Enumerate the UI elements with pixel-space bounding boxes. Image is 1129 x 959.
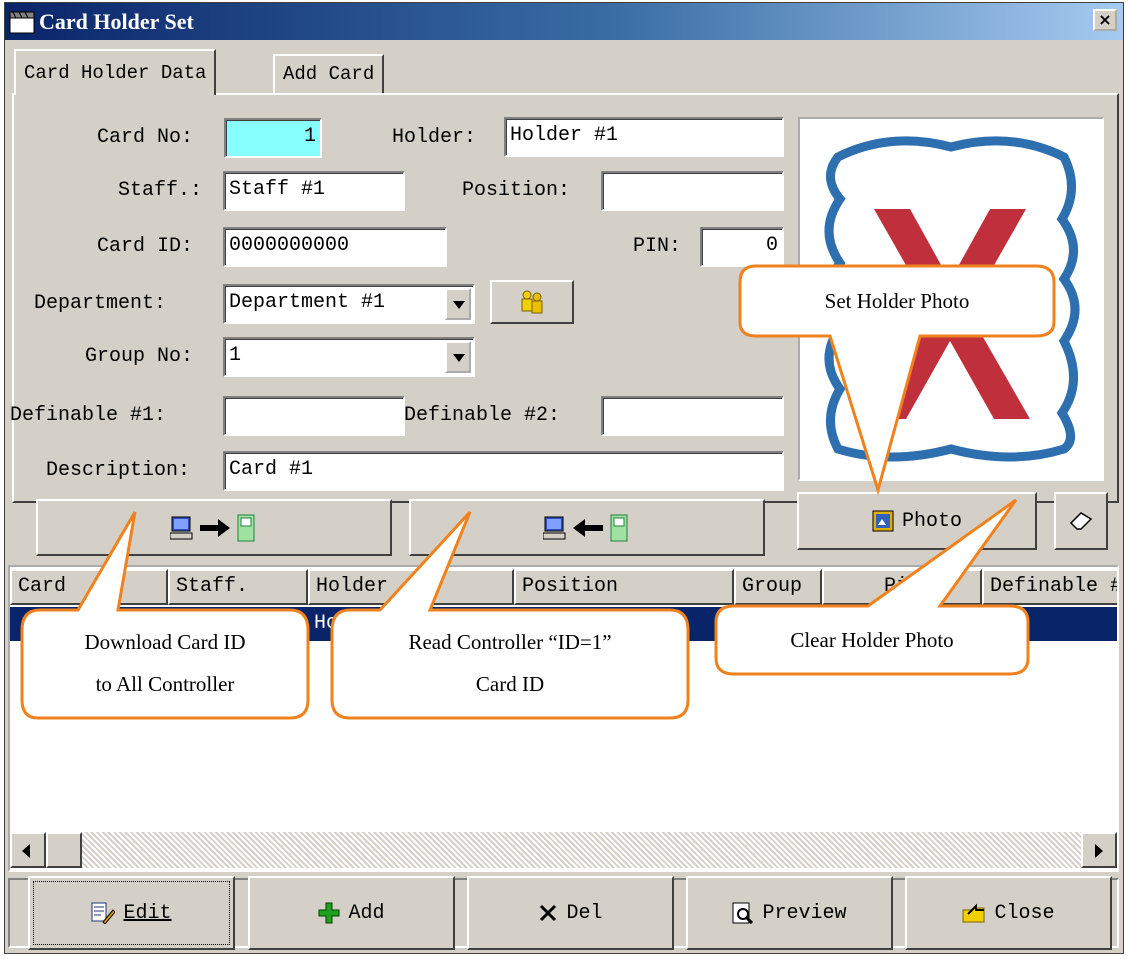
definable-2-field[interactable] — [601, 396, 784, 436]
add-button[interactable]: Add — [248, 876, 455, 950]
pin-field[interactable]: 0 — [700, 227, 784, 267]
pin-label: PIN: — [633, 235, 682, 258]
col-header-position[interactable]: Position — [514, 569, 734, 605]
window-close-button[interactable]: × — [1093, 9, 1117, 31]
download-card-id-button[interactable] — [36, 499, 392, 556]
preview-button[interactable]: Preview — [686, 876, 893, 950]
callout-download-text: Download Card ID to All Controller — [84, 630, 246, 696]
staff-label: Staff.: — [118, 179, 203, 202]
edit-button[interactable]: Edit — [28, 876, 235, 950]
staff-field[interactable]: Staff #1 — [223, 171, 405, 211]
photo-icon — [872, 510, 894, 532]
card-holder-grid[interactable]: Card Staff. Holder Position Group Pin De… — [8, 565, 1119, 872]
group-no-value: 1 — [229, 344, 242, 367]
description-field[interactable]: Card #1 — [223, 451, 784, 491]
delete-button[interactable]: Del — [467, 876, 674, 950]
tab-add-card[interactable]: Add Card — [273, 54, 385, 94]
col-header-pin[interactable]: Pin — [822, 569, 982, 605]
callout-read-text: Read Controller “ID=1” Card ID — [408, 630, 612, 696]
definable-1-label: Definable #1: — [10, 404, 167, 427]
scroll-right-button[interactable] — [1081, 832, 1117, 868]
card-id-field[interactable]: 0000000000 — [223, 227, 447, 267]
definable-2-label: Definable #2: — [404, 404, 561, 427]
card-id-label: Card ID: — [97, 235, 194, 258]
department-label: Department: — [34, 292, 167, 315]
close-door-icon — [962, 903, 985, 923]
card-no-label: Card No: — [97, 126, 194, 149]
position-label: Position: — [462, 179, 571, 202]
eraser-icon — [1069, 512, 1093, 530]
col-header-card[interactable]: Card — [10, 569, 168, 605]
download-to-controller-icon — [170, 514, 255, 541]
card-no-field[interactable]: 1 — [224, 118, 322, 158]
edit-icon — [91, 902, 116, 924]
group-no-label: Group No: — [85, 345, 194, 368]
department-lookup-button[interactable] — [490, 280, 574, 324]
description-label: Description: — [46, 459, 191, 482]
col-header-group[interactable]: Group — [734, 569, 822, 605]
definable-1-field[interactable] — [223, 396, 405, 436]
col-header-holder[interactable]: Holder — [308, 569, 514, 605]
clear-holder-photo-button[interactable] — [1054, 492, 1108, 550]
tab-card-holder-data[interactable]: Card Holder Data — [14, 49, 217, 95]
callout-clear-photo-text: Clear Holder Photo — [790, 628, 954, 652]
preview-button-label: Preview — [762, 901, 847, 925]
window-app-icon — [9, 11, 35, 34]
title-bar: Card Holder Set × — [5, 3, 1123, 40]
add-button-label: Add — [348, 901, 385, 925]
scroll-left-button[interactable] — [10, 832, 46, 868]
preview-icon — [732, 902, 754, 924]
delete-icon — [540, 904, 557, 922]
scroll-thumb[interactable] — [46, 832, 82, 868]
edit-button-label: Edit — [123, 901, 172, 925]
close-button-label: Close — [994, 901, 1055, 925]
group-no-select[interactable]: 1 — [223, 337, 475, 377]
department-select[interactable]: Department #1 — [223, 284, 475, 324]
position-field[interactable] — [601, 171, 784, 211]
delete-button-label: Del — [566, 901, 603, 925]
department-lookup-icon — [521, 290, 543, 314]
horizontal-scrollbar[interactable] — [10, 832, 1117, 868]
department-value: Department #1 — [229, 291, 386, 314]
close-button[interactable]: Close — [905, 876, 1112, 950]
window-title: Card Holder Set — [39, 9, 194, 34]
department-dropdown-button[interactable] — [445, 288, 471, 320]
read-controller-card-id-button[interactable] — [409, 499, 765, 556]
col-header-staff[interactable]: Staff. — [168, 569, 308, 605]
holder-field[interactable]: Holder #1 — [504, 117, 784, 157]
read-from-controller-icon — [543, 514, 628, 541]
callout-set-photo-text: Set Holder Photo — [824, 289, 970, 313]
col-header-definable[interactable]: Definable # — [982, 569, 1117, 605]
holder-label: Holder: — [392, 126, 477, 149]
group-no-dropdown-button[interactable] — [445, 341, 471, 373]
photo-button-label: Photo — [901, 509, 962, 533]
set-holder-photo-button[interactable]: Photo — [797, 492, 1037, 550]
add-icon — [318, 902, 340, 924]
